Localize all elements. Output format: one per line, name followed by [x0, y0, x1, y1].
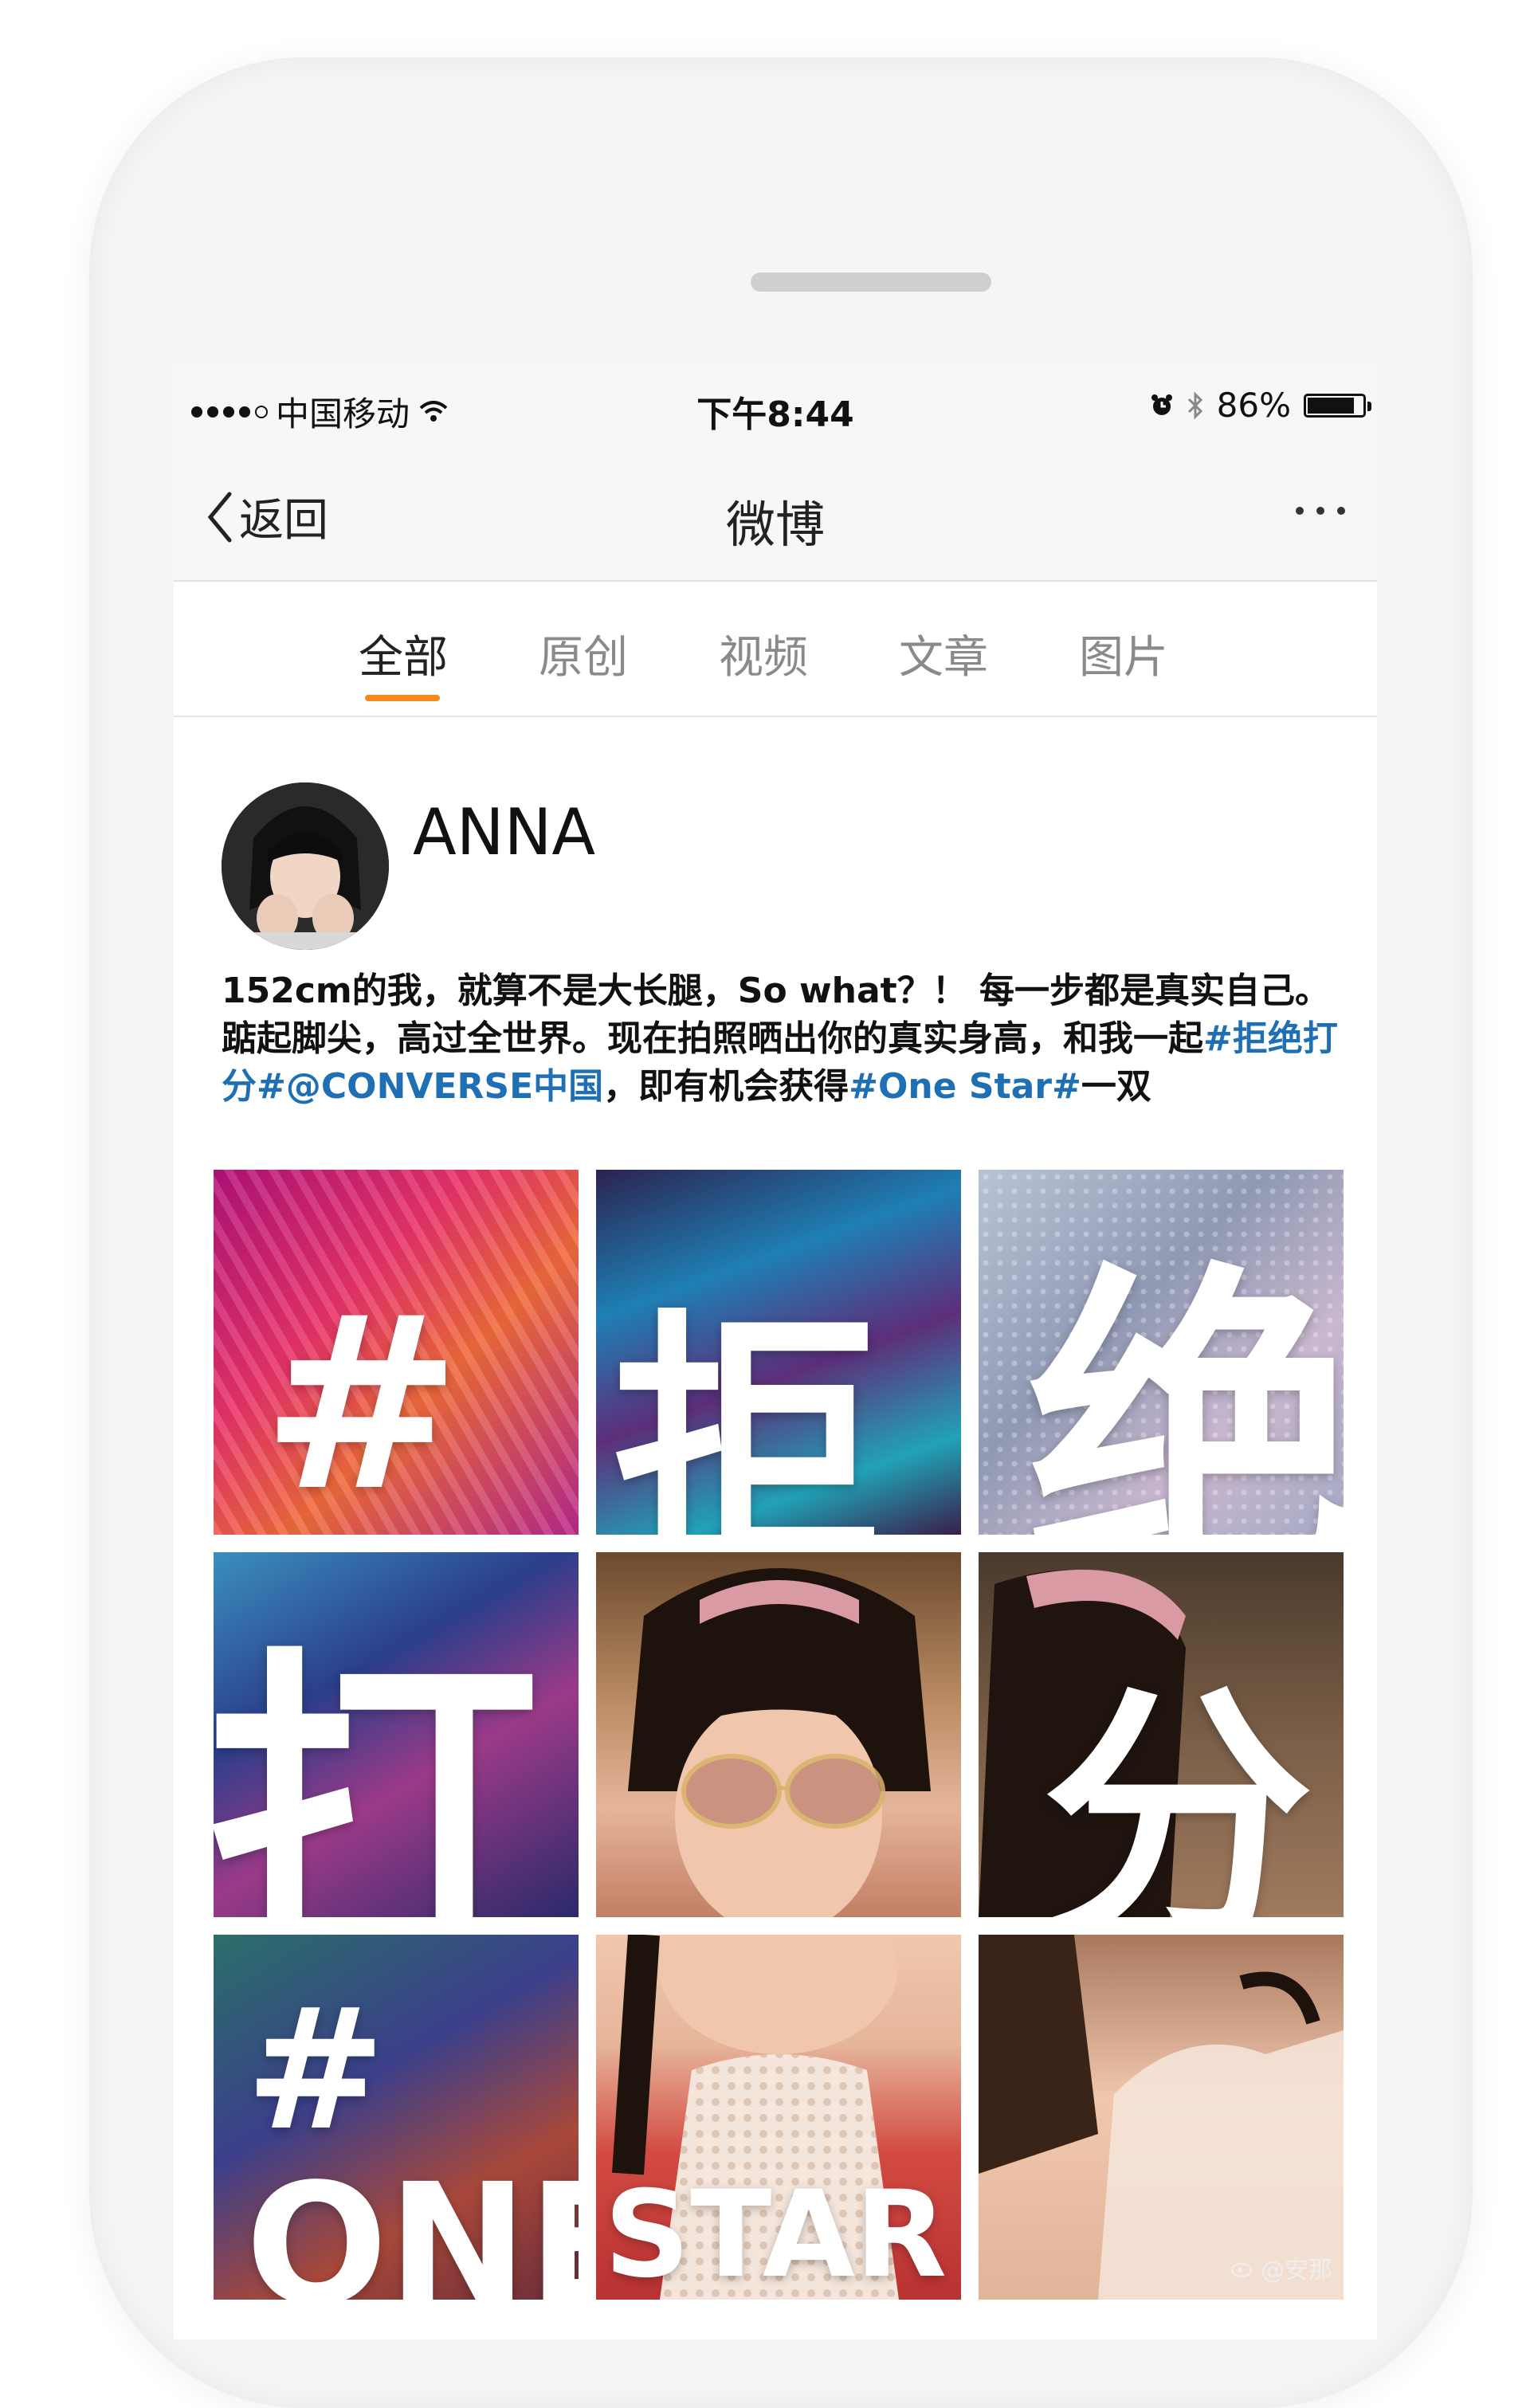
speaker-grille — [751, 273, 991, 292]
status-bar: 中国移动 下午8:44 86% — [174, 365, 1377, 453]
post-image[interactable]: 分 — [979, 1552, 1344, 1917]
tab-original[interactable]: 原创 — [539, 622, 628, 686]
bluetooth-icon — [1187, 390, 1202, 420]
battery-percent: 86% — [1216, 386, 1291, 425]
portrait-photo — [628, 1568, 931, 1917]
image-text: 打 — [214, 1622, 540, 1917]
post-image[interactable]: @安那 — [979, 1935, 1344, 2300]
image-text: STAR — [604, 2166, 947, 2300]
battery-icon — [1304, 393, 1371, 418]
page-title: 微博 — [725, 496, 825, 554]
post-image[interactable]: STAR — [596, 1935, 961, 2300]
post-image[interactable]: 绝 — [979, 1170, 1344, 1535]
avatar[interactable] — [222, 782, 389, 950]
post-image[interactable]: 打 — [214, 1552, 579, 1917]
post-text-segment: 152cm的我，就算不是大长腿，So what？！ 每一步都是真实自己。踮起脚尖… — [222, 971, 1331, 1059]
hashtag-link[interactable]: #One Star# — [849, 1066, 1081, 1107]
phone-screen: 中国移动 下午8:44 86% 返回 微博 全部 原创 视频 文章 图片 ANN… — [174, 365, 1377, 2339]
post-image[interactable] — [596, 1552, 961, 1917]
filter-tabs: 全部 原创 视频 文章 图片 — [174, 582, 1377, 717]
post-body: 152cm的我，就算不是大长腿，So what？！ 每一步都是真实自己。踮起脚尖… — [222, 967, 1353, 1111]
post-image[interactable]: 拒 — [596, 1170, 961, 1535]
mention-link[interactable]: @CONVERSE中国 — [286, 1066, 603, 1107]
post-image[interactable]: # ONE — [214, 1935, 579, 2300]
navigation-bar: 返回 微博 — [174, 453, 1377, 582]
alarm-icon — [1151, 394, 1172, 415]
weibo-logo-icon — [1230, 2262, 1253, 2277]
image-text: # — [261, 1265, 462, 1535]
more-options-button[interactable] — [1296, 491, 1345, 531]
image-watermark: @安那 — [1230, 2250, 1332, 2285]
more-dot-icon — [1316, 507, 1324, 515]
post-text-segment: ，即有机会获得 — [603, 1066, 849, 1107]
image-text: 拒 — [612, 1288, 883, 1535]
active-tab-indicator — [365, 695, 440, 701]
tab-picture[interactable]: 图片 — [1079, 622, 1168, 686]
tab-video[interactable]: 视频 — [719, 622, 808, 686]
image-text: 绝 — [1026, 1240, 1344, 1535]
tab-all[interactable]: 全部 — [359, 622, 448, 686]
post-image[interactable]: # — [214, 1170, 579, 1535]
tab-article[interactable]: 文章 — [899, 622, 988, 686]
post-username[interactable]: ANNA — [413, 795, 595, 869]
post-text-segment: 一双 — [1081, 1066, 1151, 1107]
image-text: # ONE — [245, 1972, 579, 2300]
more-dot-icon — [1296, 507, 1304, 515]
image-text: 分 — [1042, 1663, 1313, 1917]
post-image-grid: # 拒 绝 打 分 # ON STAR @安那 — [214, 1170, 1344, 2339]
more-dot-icon — [1337, 507, 1345, 515]
